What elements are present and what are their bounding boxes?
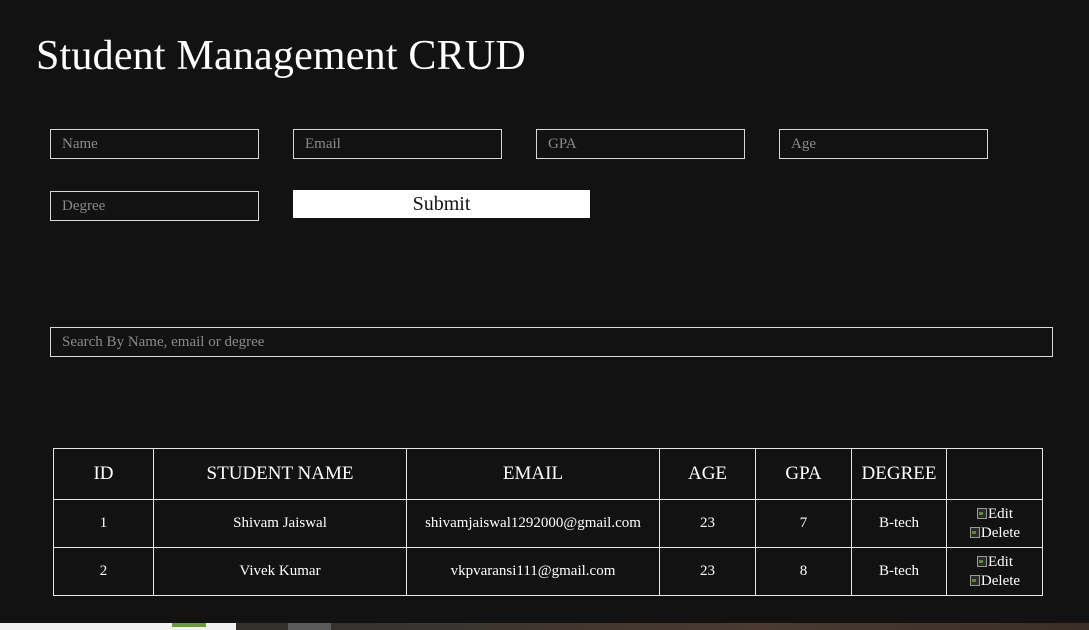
cell-age: 23 bbox=[659, 499, 756, 548]
taskbar-tab bbox=[288, 623, 331, 630]
cell-email: shivamjaiswal1292000@gmail.com bbox=[406, 499, 660, 548]
broken-image-icon bbox=[969, 574, 980, 586]
cell-email: vkpvaransi111@gmail.com bbox=[406, 547, 660, 596]
table-header-row: ID STUDENT NAME EMAIL AGE GPA DEGREE bbox=[53, 448, 1043, 500]
column-header-gpa: GPA bbox=[755, 448, 852, 500]
email-input[interactable] bbox=[293, 129, 502, 159]
broken-image-icon bbox=[976, 507, 987, 519]
page-title: Student Management CRUD bbox=[36, 33, 526, 79]
students-table: ID STUDENT NAME EMAIL AGE GPA DEGREE 1 S… bbox=[53, 448, 1043, 596]
cell-actions: Edit Delete bbox=[946, 547, 1043, 596]
column-header-age: AGE bbox=[659, 448, 756, 500]
column-header-actions bbox=[946, 448, 1043, 500]
taskbar-app-icon bbox=[172, 623, 206, 627]
delete-label: Delete bbox=[980, 572, 1021, 589]
broken-image-icon bbox=[976, 555, 987, 567]
cell-id: 2 bbox=[53, 547, 154, 596]
cell-gpa: 8 bbox=[755, 547, 852, 596]
search-input[interactable] bbox=[50, 327, 1053, 357]
delete-button[interactable]: Delete bbox=[947, 572, 1042, 591]
submit-button[interactable]: Submit bbox=[293, 190, 590, 218]
cell-gpa: 7 bbox=[755, 499, 852, 548]
edit-label: Edit bbox=[988, 553, 1013, 570]
cell-actions: Edit Delete bbox=[946, 499, 1043, 548]
degree-input[interactable] bbox=[50, 191, 259, 221]
column-header-degree: DEGREE bbox=[851, 448, 947, 500]
delete-label: Delete bbox=[980, 524, 1021, 541]
column-header-email: EMAIL bbox=[406, 448, 660, 500]
cell-student-name: Shivam Jaiswal bbox=[153, 499, 407, 548]
gpa-input[interactable] bbox=[536, 129, 745, 159]
taskbar-strip bbox=[0, 623, 1089, 630]
edit-button[interactable]: Edit bbox=[947, 505, 1042, 524]
broken-image-icon bbox=[969, 526, 980, 538]
cell-degree: B-tech bbox=[851, 499, 947, 548]
cell-age: 23 bbox=[659, 547, 756, 596]
column-header-student-name: STUDENT NAME bbox=[153, 448, 407, 500]
edit-button[interactable]: Edit bbox=[947, 553, 1042, 572]
table-row: 1 Shivam Jaiswal shivamjaiswal1292000@gm… bbox=[53, 499, 1043, 548]
cell-id: 1 bbox=[53, 499, 154, 548]
delete-button[interactable]: Delete bbox=[947, 524, 1042, 543]
edit-label: Edit bbox=[988, 505, 1013, 522]
age-input[interactable] bbox=[779, 129, 988, 159]
name-input[interactable] bbox=[50, 129, 259, 159]
cell-student-name: Vivek Kumar bbox=[153, 547, 407, 596]
cell-degree: B-tech bbox=[851, 547, 947, 596]
table-row: 2 Vivek Kumar vkpvaransi111@gmail.com 23… bbox=[53, 547, 1043, 596]
column-header-id: ID bbox=[53, 448, 154, 500]
